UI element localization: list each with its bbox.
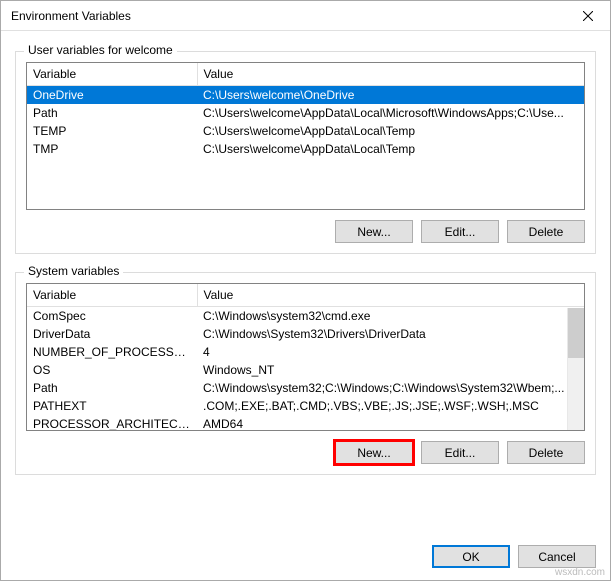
system-scrollbar[interactable] bbox=[567, 308, 584, 430]
cell-value: C:\Users\welcome\OneDrive bbox=[197, 86, 584, 105]
scrollbar-thumb[interactable] bbox=[568, 308, 584, 358]
cell-value: AMD64 bbox=[197, 415, 584, 431]
user-variables-group: User variables for welcome Variable Valu… bbox=[15, 51, 596, 254]
table-row[interactable]: NUMBER_OF_PROCESSORS 4 bbox=[27, 343, 584, 361]
table-row[interactable]: OneDrive C:\Users\welcome\OneDrive bbox=[27, 86, 584, 105]
cell-variable: Path bbox=[27, 379, 197, 397]
watermark: wsxdn.com bbox=[555, 567, 605, 578]
cell-value: C:\Windows\system32;C:\Windows;C:\Window… bbox=[197, 379, 584, 397]
system-variables-table[interactable]: Variable Value ComSpec C:\Windows\system… bbox=[26, 283, 585, 431]
table-row[interactable]: PATHEXT .COM;.EXE;.BAT;.CMD;.VBS;.VBE;.J… bbox=[27, 397, 584, 415]
close-button[interactable] bbox=[565, 1, 610, 31]
cell-variable: TMP bbox=[27, 140, 197, 158]
table-row[interactable]: PROCESSOR_ARCHITECTURE AMD64 bbox=[27, 415, 584, 431]
titlebar: Environment Variables bbox=[1, 1, 610, 31]
system-delete-button[interactable]: Delete bbox=[507, 441, 585, 464]
system-variables-label: System variables bbox=[24, 264, 123, 278]
system-edit-button[interactable]: Edit... bbox=[421, 441, 499, 464]
table-row[interactable]: OS Windows_NT bbox=[27, 361, 584, 379]
user-header-value[interactable]: Value bbox=[197, 63, 584, 86]
ok-button[interactable]: OK bbox=[432, 545, 510, 568]
cell-value: C:\Users\welcome\AppData\Local\Microsoft… bbox=[197, 104, 584, 122]
window-title: Environment Variables bbox=[1, 9, 131, 23]
table-row[interactable]: DriverData C:\Windows\System32\Drivers\D… bbox=[27, 325, 584, 343]
cell-value: C:\Users\welcome\AppData\Local\Temp bbox=[197, 122, 584, 140]
cell-value: C:\Users\welcome\AppData\Local\Temp bbox=[197, 140, 584, 158]
system-new-button[interactable]: New... bbox=[335, 441, 413, 464]
table-row[interactable]: Path C:\Users\welcome\AppData\Local\Micr… bbox=[27, 104, 584, 122]
cell-variable: OneDrive bbox=[27, 86, 197, 105]
table-row[interactable]: Path C:\Windows\system32;C:\Windows;C:\W… bbox=[27, 379, 584, 397]
user-variables-label: User variables for welcome bbox=[24, 43, 177, 57]
user-variables-table[interactable]: Variable Value OneDrive C:\Users\welcome… bbox=[26, 62, 585, 210]
cell-value: .COM;.EXE;.BAT;.CMD;.VBS;.VBE;.JS;.JSE;.… bbox=[197, 397, 584, 415]
table-row[interactable]: ComSpec C:\Windows\system32\cmd.exe bbox=[27, 307, 584, 326]
environment-variables-dialog: Environment Variables User variables for… bbox=[0, 0, 611, 581]
system-variables-group: System variables Variable Value ComSpec … bbox=[15, 272, 596, 475]
system-buttons-row: New... Edit... Delete bbox=[26, 441, 585, 464]
close-icon bbox=[583, 11, 593, 21]
footer-buttons: OK Cancel bbox=[1, 535, 610, 580]
user-new-button[interactable]: New... bbox=[335, 220, 413, 243]
dialog-content: User variables for welcome Variable Valu… bbox=[1, 31, 610, 535]
cell-variable: Path bbox=[27, 104, 197, 122]
cell-variable: ComSpec bbox=[27, 307, 197, 326]
cancel-button[interactable]: Cancel bbox=[518, 545, 596, 568]
cell-value: C:\Windows\System32\Drivers\DriverData bbox=[197, 325, 584, 343]
cell-value: C:\Windows\system32\cmd.exe bbox=[197, 307, 584, 326]
cell-value: Windows_NT bbox=[197, 361, 584, 379]
table-row[interactable]: TMP C:\Users\welcome\AppData\Local\Temp bbox=[27, 140, 584, 158]
cell-variable: OS bbox=[27, 361, 197, 379]
table-row[interactable]: TEMP C:\Users\welcome\AppData\Local\Temp bbox=[27, 122, 584, 140]
user-delete-button[interactable]: Delete bbox=[507, 220, 585, 243]
cell-variable: TEMP bbox=[27, 122, 197, 140]
cell-variable: NUMBER_OF_PROCESSORS bbox=[27, 343, 197, 361]
system-header-variable[interactable]: Variable bbox=[27, 284, 197, 307]
cell-value: 4 bbox=[197, 343, 584, 361]
cell-variable: PROCESSOR_ARCHITECTURE bbox=[27, 415, 197, 431]
cell-variable: PATHEXT bbox=[27, 397, 197, 415]
user-header-variable[interactable]: Variable bbox=[27, 63, 197, 86]
user-buttons-row: New... Edit... Delete bbox=[26, 220, 585, 243]
user-edit-button[interactable]: Edit... bbox=[421, 220, 499, 243]
cell-variable: DriverData bbox=[27, 325, 197, 343]
system-header-value[interactable]: Value bbox=[197, 284, 584, 307]
